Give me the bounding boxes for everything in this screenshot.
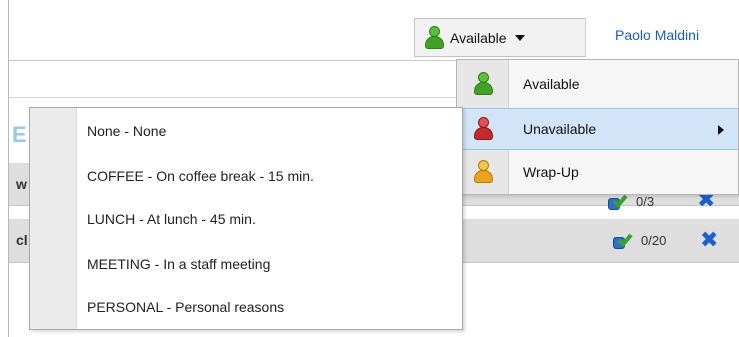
person-red-icon: [473, 117, 493, 141]
person-orange-icon: [473, 160, 493, 184]
row-count: 0/20: [641, 233, 667, 248]
reason-option-coffee[interactable]: COFFEE - On coffee break - 15 min.: [87, 159, 457, 193]
reason-option-personal[interactable]: PERSONAL - Personal reasons: [87, 290, 457, 324]
chevron-down-icon: [514, 34, 525, 41]
partial-heading: E: [12, 122, 27, 147]
row-label-fragment: cl: [16, 232, 28, 248]
reason-option-none[interactable]: None - None: [87, 114, 457, 148]
user-name-link[interactable]: Paolo Maldini: [615, 27, 699, 43]
reason-option-meeting[interactable]: MEETING - In a staff meeting: [87, 247, 457, 281]
row-count: 0/3: [636, 194, 655, 209]
status-option-label: Wrap-Up: [523, 164, 579, 180]
status-option-available[interactable]: Available: [457, 63, 738, 105]
submenu-arrow-icon: [718, 125, 724, 135]
status-option-label: Available: [523, 76, 580, 92]
agents-status-icon: [612, 231, 636, 253]
menu-icon-gutter: [30, 108, 77, 329]
unavailable-reasons-menu: None - None COFFEE - On coffee break - 1…: [29, 107, 463, 330]
agents-status-icon: [607, 192, 631, 214]
person-green-icon: [424, 25, 444, 50]
person-green-icon: [473, 72, 493, 96]
remove-icon[interactable]: ✖: [700, 229, 718, 251]
status-option-label: Unavailable: [523, 121, 597, 137]
status-label: Available: [450, 29, 507, 46]
status-menu: Available Unavailable Wrap-Up: [456, 59, 739, 195]
reason-option-lunch[interactable]: LUNCH - At lunch - 45 min.: [87, 202, 457, 236]
status-option-wrap-up[interactable]: Wrap-Up: [457, 151, 738, 193]
status-dropdown-button[interactable]: Available: [414, 18, 586, 57]
status-option-unavailable[interactable]: Unavailable: [457, 108, 738, 150]
row-label-fragment: w: [16, 176, 27, 192]
